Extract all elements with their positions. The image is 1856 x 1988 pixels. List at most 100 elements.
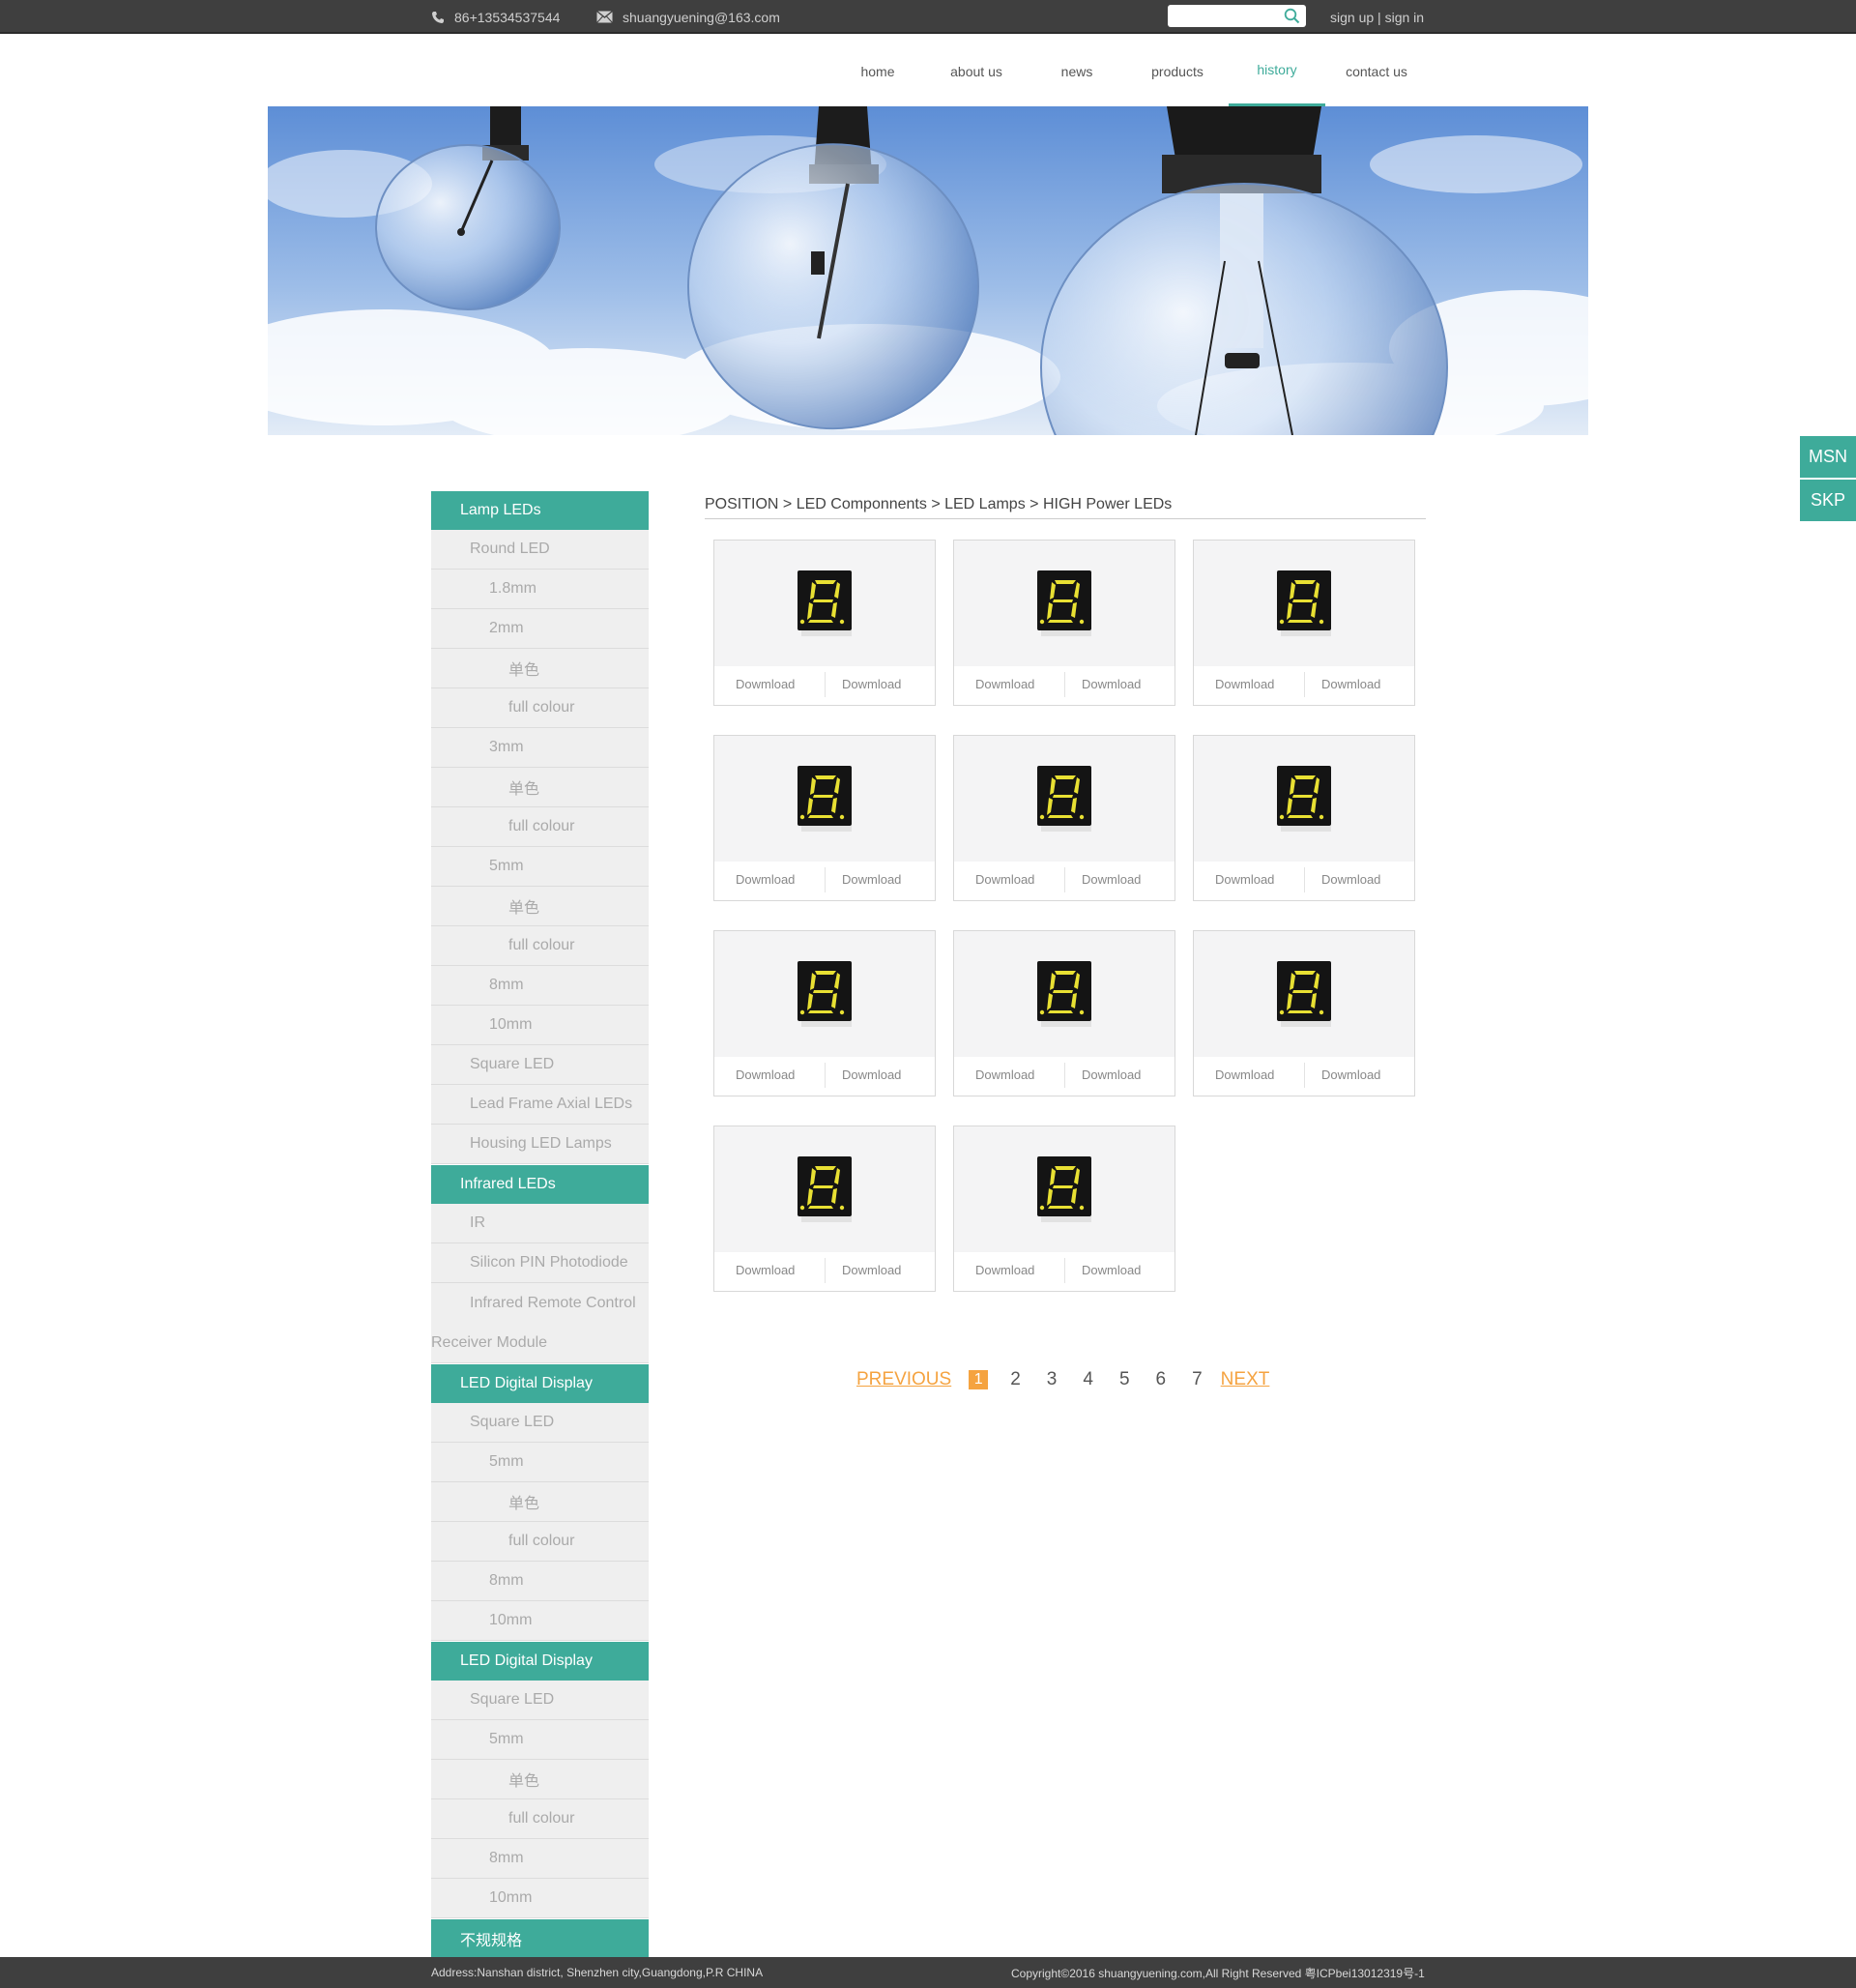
- sidebar-item[interactable]: 8mm: [431, 1839, 649, 1879]
- sidebar-item[interactable]: 单色: [431, 768, 649, 807]
- sidebar-item[interactable]: 单色: [431, 1482, 649, 1522]
- product-image[interactable]: [1194, 541, 1414, 666]
- product-card[interactable]: Dowmload Dowmload: [1193, 735, 1415, 901]
- sidebar-item[interactable]: 10mm: [431, 1006, 649, 1045]
- sidebar-item[interactable]: 8mm: [431, 966, 649, 1006]
- sidebar-item[interactable]: Square LED: [431, 1045, 649, 1085]
- download-link[interactable]: Dowmload: [1215, 677, 1274, 691]
- email-contact[interactable]: shuangyuening@163.com: [596, 0, 780, 34]
- skp-button[interactable]: SKP: [1800, 480, 1856, 521]
- sidebar-item[interactable]: Housing LED Lamps: [431, 1125, 649, 1164]
- download-link[interactable]: Dowmload: [1321, 872, 1380, 887]
- sidebar-item[interactable]: full colour: [431, 926, 649, 966]
- download-link[interactable]: Dowmload: [1215, 872, 1274, 887]
- nav-home[interactable]: home: [835, 36, 920, 106]
- product-image[interactable]: [714, 1126, 935, 1252]
- download-link[interactable]: Dowmload: [1321, 677, 1380, 691]
- sidebar-item[interactable]: 5mm: [431, 847, 649, 887]
- product-card[interactable]: Dowmload Dowmload: [713, 930, 936, 1096]
- product-image[interactable]: [714, 541, 935, 666]
- page-link-3[interactable]: 3: [1047, 1369, 1058, 1390]
- sidebar-item[interactable]: 10mm: [431, 1879, 649, 1918]
- product-image[interactable]: [714, 931, 935, 1057]
- search-input[interactable]: [1174, 5, 1280, 27]
- sidebar-item[interactable]: Silicon PIN Photodiode: [431, 1243, 649, 1283]
- page-link-6[interactable]: 6: [1156, 1369, 1167, 1390]
- sidebar-item[interactable]: 3mm: [431, 728, 649, 768]
- sidebar-item[interactable]: 1.8mm: [431, 570, 649, 609]
- product-image[interactable]: [714, 736, 935, 862]
- sidebar-item[interactable]: 2mm: [431, 609, 649, 649]
- download-link[interactable]: Dowmload: [975, 1067, 1034, 1082]
- product-card[interactable]: Dowmload Dowmload: [713, 735, 936, 901]
- download-link[interactable]: Dowmload: [975, 872, 1034, 887]
- download-link[interactable]: Dowmload: [842, 872, 901, 887]
- next-page-link[interactable]: NEXT: [1221, 1369, 1270, 1390]
- download-link[interactable]: Dowmload: [842, 1263, 901, 1277]
- search-icon[interactable]: [1284, 8, 1300, 24]
- msn-button[interactable]: MSN: [1800, 436, 1856, 478]
- download-link[interactable]: Dowmload: [736, 872, 795, 887]
- product-image[interactable]: [954, 931, 1174, 1057]
- sidebar-item[interactable]: IR: [431, 1204, 649, 1243]
- page-link-4[interactable]: 4: [1083, 1369, 1093, 1390]
- download-link[interactable]: Dowmload: [842, 677, 901, 691]
- sidebar-item[interactable]: 单色: [431, 1760, 649, 1799]
- product-card[interactable]: Dowmload Dowmload: [1193, 540, 1415, 706]
- product-image[interactable]: [1194, 931, 1414, 1057]
- nav-contact-us[interactable]: contact us: [1334, 36, 1419, 106]
- download-link[interactable]: Dowmload: [975, 677, 1034, 691]
- nav-news[interactable]: news: [1034, 36, 1119, 106]
- download-link[interactable]: Dowmload: [1082, 1263, 1141, 1277]
- download-link[interactable]: Dowmload: [1082, 677, 1141, 691]
- nav-about-us[interactable]: about us: [934, 36, 1019, 106]
- email-address[interactable]: shuangyuening@163.com: [623, 10, 780, 25]
- sidebar-category[interactable]: 不规规格: [431, 1919, 649, 1958]
- download-link[interactable]: Dowmload: [975, 1263, 1034, 1277]
- page-link-2[interactable]: 2: [1010, 1369, 1021, 1390]
- sidebar-item[interactable]: Round LED: [431, 530, 649, 570]
- sidebar-item[interactable]: 单色: [431, 887, 649, 926]
- product-image[interactable]: [954, 736, 1174, 862]
- product-image[interactable]: [954, 1126, 1174, 1252]
- download-link[interactable]: Dowmload: [1082, 1067, 1141, 1082]
- product-card[interactable]: Dowmload Dowmload: [713, 540, 936, 706]
- page-link-7[interactable]: 7: [1192, 1369, 1203, 1390]
- sidebar-item[interactable]: 10mm: [431, 1601, 649, 1641]
- sidebar-category[interactable]: Lamp LEDs: [431, 491, 649, 530]
- nav-history[interactable]: history: [1229, 36, 1325, 106]
- sidebar-item[interactable]: 8mm: [431, 1562, 649, 1601]
- previous-page-link[interactable]: PREVIOUS: [856, 1369, 951, 1390]
- sign-in-link[interactable]: sign in: [1385, 10, 1424, 25]
- product-image[interactable]: [954, 541, 1174, 666]
- sidebar-category[interactable]: Infrared LEDs: [431, 1165, 649, 1204]
- nav-products[interactable]: products: [1135, 36, 1220, 106]
- download-link[interactable]: Dowmload: [736, 677, 795, 691]
- product-image[interactable]: [1194, 736, 1414, 862]
- download-link[interactable]: Dowmload: [1082, 872, 1141, 887]
- sidebar-item[interactable]: Square LED: [431, 1403, 649, 1443]
- sidebar-item[interactable]: Square LED: [431, 1681, 649, 1720]
- sidebar-item[interactable]: 单色: [431, 649, 649, 688]
- sidebar-category[interactable]: LED Digital Display: [431, 1364, 649, 1403]
- sidebar-item[interactable]: Infrared Remote Control Receiver Module: [431, 1283, 649, 1363]
- download-link[interactable]: Dowmload: [736, 1067, 795, 1082]
- sidebar-category[interactable]: LED Digital Display: [431, 1642, 649, 1681]
- product-card[interactable]: Dowmload Dowmload: [953, 930, 1175, 1096]
- sidebar-item[interactable]: 5mm: [431, 1443, 649, 1482]
- sidebar-item[interactable]: full colour: [431, 807, 649, 847]
- download-link[interactable]: Dowmload: [1321, 1067, 1380, 1082]
- sidebar-item[interactable]: 5mm: [431, 1720, 649, 1760]
- product-card[interactable]: Dowmload Dowmload: [953, 540, 1175, 706]
- product-card[interactable]: Dowmload Dowmload: [713, 1126, 936, 1292]
- page-link-5[interactable]: 5: [1119, 1369, 1130, 1390]
- product-card[interactable]: Dowmload Dowmload: [953, 735, 1175, 901]
- sidebar-item[interactable]: full colour: [431, 688, 649, 728]
- download-link[interactable]: Dowmload: [736, 1263, 795, 1277]
- product-card[interactable]: Dowmload Dowmload: [953, 1126, 1175, 1292]
- product-card[interactable]: Dowmload Dowmload: [1193, 930, 1415, 1096]
- download-link[interactable]: Dowmload: [1215, 1067, 1274, 1082]
- sidebar-item[interactable]: Lead Frame Axial LEDs: [431, 1085, 649, 1125]
- sidebar-item[interactable]: full colour: [431, 1799, 649, 1839]
- sidebar-item[interactable]: full colour: [431, 1522, 649, 1562]
